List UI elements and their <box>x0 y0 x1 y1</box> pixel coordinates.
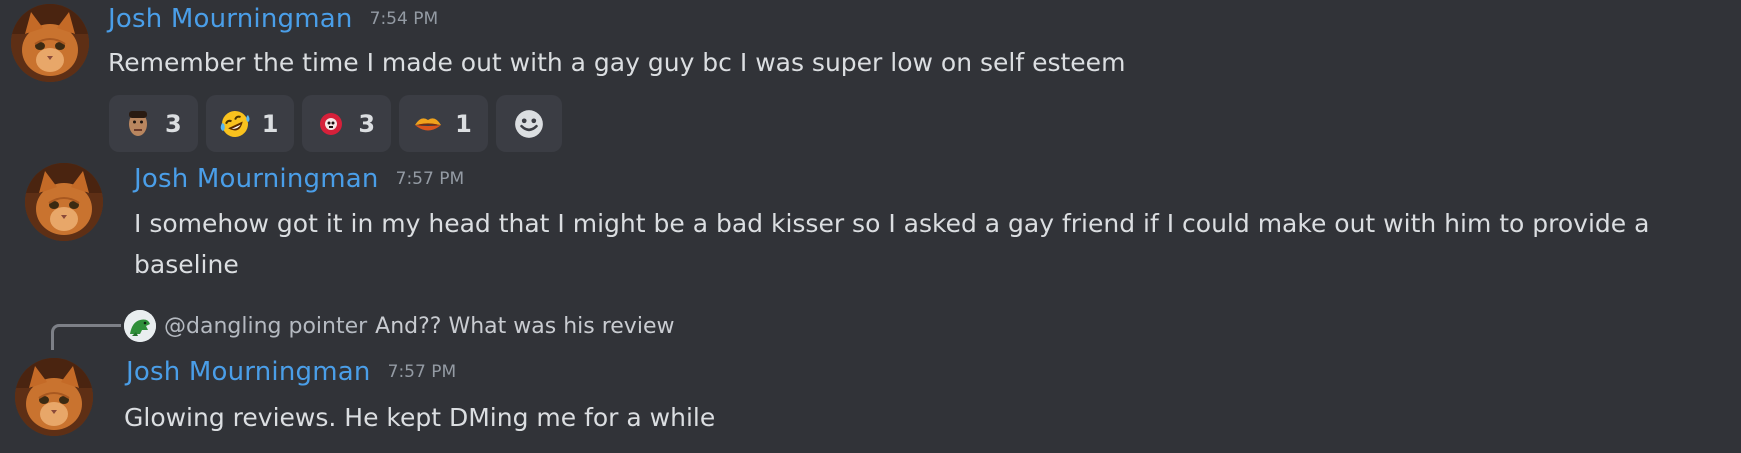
message-content: Remember the time I made out with a gay … <box>108 48 1126 77</box>
message-content: Glowing reviews. He kept DMing me for a … <box>124 403 716 432</box>
reaction-button[interactable]: 3 <box>109 95 198 152</box>
timestamp: 7:57 PM <box>387 362 457 382</box>
dinosaur-avatar-icon <box>124 310 156 342</box>
smiley-add-reaction-icon <box>514 109 543 138</box>
reactions-bar: 3 1 3 1 <box>109 95 562 152</box>
cat-avatar-icon[interactable] <box>15 358 93 436</box>
cat-avatar-icon[interactable] <box>11 4 89 82</box>
custom-face-emoji <box>129 110 147 136</box>
reply-mention[interactable]: @dangling pointer <box>164 314 367 339</box>
reply-preview-text: And?? What was his review <box>375 313 675 339</box>
message-header: Josh Mourningman 7:57 PM <box>126 357 456 387</box>
author-name[interactable]: Josh Mourningman <box>126 357 371 387</box>
reaction-button[interactable]: 1 <box>399 95 488 152</box>
add-reaction-button[interactable] <box>495 95 562 152</box>
timestamp: 7:54 PM <box>369 9 439 29</box>
reaction-count: 3 <box>165 109 182 138</box>
custom-red-skull-emoji <box>320 112 343 135</box>
reaction-button[interactable]: 1 <box>205 95 295 152</box>
rolling-laughing-emoji <box>220 110 250 137</box>
custom-lips-emoji <box>415 117 442 130</box>
author-name[interactable]: Josh Mourningman <box>108 4 353 34</box>
message-content: I somehow got it in my head that I might… <box>134 209 1650 279</box>
author-name[interactable]: Josh Mourningman <box>134 164 379 194</box>
message-header: Josh Mourningman 7:54 PM <box>108 4 438 34</box>
reaction-count: 1 <box>261 109 279 138</box>
reaction-count: 1 <box>455 109 472 138</box>
timestamp: 7:57 PM <box>395 169 465 189</box>
cat-avatar-icon[interactable] <box>25 163 103 241</box>
reply-connector <box>51 324 121 350</box>
reply-reference[interactable]: @dangling pointer And?? What was his rev… <box>124 310 674 342</box>
message-header: Josh Mourningman 7:57 PM <box>134 164 464 194</box>
reaction-count: 3 <box>358 109 376 138</box>
chat-message-list: Josh Mourningman 7:54 PM Remember the ti… <box>0 0 1741 453</box>
reaction-button[interactable]: 3 <box>302 95 392 152</box>
